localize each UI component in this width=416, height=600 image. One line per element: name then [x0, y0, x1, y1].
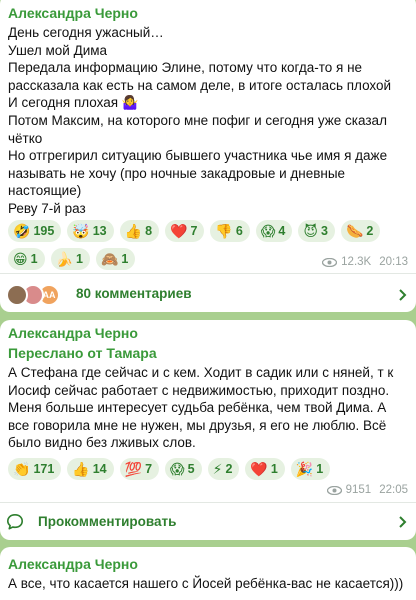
reaction-count: 2 — [225, 462, 233, 476]
reaction-emoji: 💯 — [124, 460, 143, 477]
reaction-chip[interactable]: ❤️ 7 — [165, 220, 205, 242]
message-bubble: Александра Черно А все, что касается наш… — [0, 547, 416, 600]
reaction-count: 171 — [33, 462, 55, 476]
reaction-count: 1 — [270, 462, 278, 476]
reaction-count: 14 — [92, 462, 107, 476]
reaction-emoji: 😱 — [260, 222, 276, 239]
reaction-emoji: ❤️ — [250, 460, 268, 477]
message-text: День сегодня ужасный… Ушел мой Дима Пере… — [8, 25, 392, 216]
view-count: 9151 — [345, 484, 372, 496]
reactions-bar: 👏 171 👍 14 💯 7 😱 5 ⚡ 2 ❤️ 1 🎉 1 — [8, 458, 408, 480]
chevron-right-icon[interactable] — [398, 289, 408, 301]
message-text: А Стефана где сейчас и с кем. Ходит в са… — [8, 365, 398, 451]
reaction-chip[interactable]: 😁 1 — [8, 248, 45, 270]
reaction-count: 7 — [190, 224, 198, 238]
divider — [0, 273, 416, 274]
reaction-emoji: 😁 — [13, 250, 28, 267]
reaction-emoji: 🎉 — [295, 460, 314, 477]
reaction-count: 1 — [316, 462, 324, 476]
reaction-emoji: 🍌 — [55, 250, 73, 267]
chevron-right-icon[interactable] — [398, 516, 408, 528]
reaction-emoji: 👏 — [13, 460, 31, 477]
reaction-count: 1 — [76, 252, 83, 266]
reaction-chip[interactable]: 🙈 1 — [95, 248, 136, 270]
reaction-count: 4 — [278, 224, 286, 238]
message-text: А все, что касается нашего с Йосей ребён… — [8, 576, 404, 591]
reaction-chip[interactable]: 😱 4 — [255, 220, 293, 242]
reaction-count: 7 — [145, 462, 153, 476]
reaction-count: 195 — [33, 224, 55, 238]
comment-button[interactable]: Прокомментировать — [0, 503, 416, 541]
message-author[interactable]: Александра Черно — [8, 324, 138, 342]
message-meta: 9151 22:05 — [326, 484, 408, 496]
reaction-count: 6 — [235, 224, 243, 238]
reaction-chip[interactable]: 👍 8 — [119, 220, 160, 242]
reaction-chip[interactable]: 🍌 1 — [50, 248, 90, 270]
eye-icon — [322, 257, 338, 267]
reaction-chip[interactable]: 🌭 2 — [340, 220, 381, 242]
reaction-chip[interactable]: 👏 171 — [8, 458, 62, 480]
reaction-emoji: 👎 — [215, 222, 233, 239]
comments-label[interactable]: 80 комментариев — [76, 286, 192, 301]
reaction-emoji: 😱 — [170, 460, 185, 477]
message-bubble: Александра Черно День сегодня ужасный… У… — [0, 0, 416, 312]
reaction-count: 1 — [30, 252, 38, 266]
message-feed: Александра Черно День сегодня ужасный… У… — [0, 0, 416, 600]
reaction-chip[interactable]: 🎉 1 — [290, 458, 331, 480]
reaction-chip[interactable]: 🤯 13 — [67, 220, 114, 242]
reaction-count: 2 — [366, 224, 374, 238]
reaction-emoji: ❤️ — [170, 222, 188, 239]
reaction-chip[interactable]: 👎 6 — [210, 220, 250, 242]
forwarded-from[interactable]: Переслано от Тамара — [8, 344, 157, 362]
reaction-count: 5 — [187, 462, 195, 476]
avatar — [6, 284, 28, 306]
message-time: 22:05 — [379, 484, 408, 496]
message-time: 20:13 — [379, 256, 408, 268]
reaction-chip[interactable]: 🤣 195 — [8, 220, 62, 242]
reaction-emoji: 🙈 — [100, 250, 119, 267]
reaction-count: 13 — [92, 224, 107, 238]
reaction-chip[interactable]: ⚡ 2 — [207, 458, 240, 480]
reaction-emoji: 👍 — [72, 460, 90, 477]
reaction-chip[interactable]: 😈 3 — [298, 220, 335, 242]
comments-label[interactable]: Прокомментировать — [38, 514, 176, 529]
comments-button[interactable]: АА 80 комментариев — [0, 276, 416, 314]
view-count: 12.3K — [341, 256, 372, 268]
reaction-chip[interactable]: ❤️ 1 — [245, 458, 285, 480]
reaction-chip[interactable]: 👍 14 — [67, 458, 114, 480]
reaction-emoji: 🤯 — [72, 222, 90, 239]
reaction-emoji: 🤣 — [13, 222, 31, 239]
message-bubble: Александра Черно Переслано от Тамара А С… — [0, 320, 416, 540]
message-author[interactable]: Александра Черно — [8, 4, 138, 22]
reaction-count: 1 — [121, 252, 129, 266]
eye-icon — [326, 485, 342, 495]
reaction-emoji: 🌭 — [345, 222, 364, 239]
reaction-emoji: 😈 — [303, 222, 318, 239]
reaction-count: 3 — [320, 224, 328, 238]
reaction-chip[interactable]: 😱 5 — [165, 458, 202, 480]
message-meta: 12.3K 20:13 — [322, 256, 408, 268]
message-author[interactable]: Александра Черно — [8, 555, 138, 573]
reaction-emoji: ⚡ — [212, 460, 223, 477]
reaction-emoji: 👍 — [124, 222, 143, 239]
reaction-chip[interactable]: 💯 7 — [119, 458, 160, 480]
reaction-count: 8 — [145, 224, 153, 238]
comment-icon — [6, 513, 24, 530]
